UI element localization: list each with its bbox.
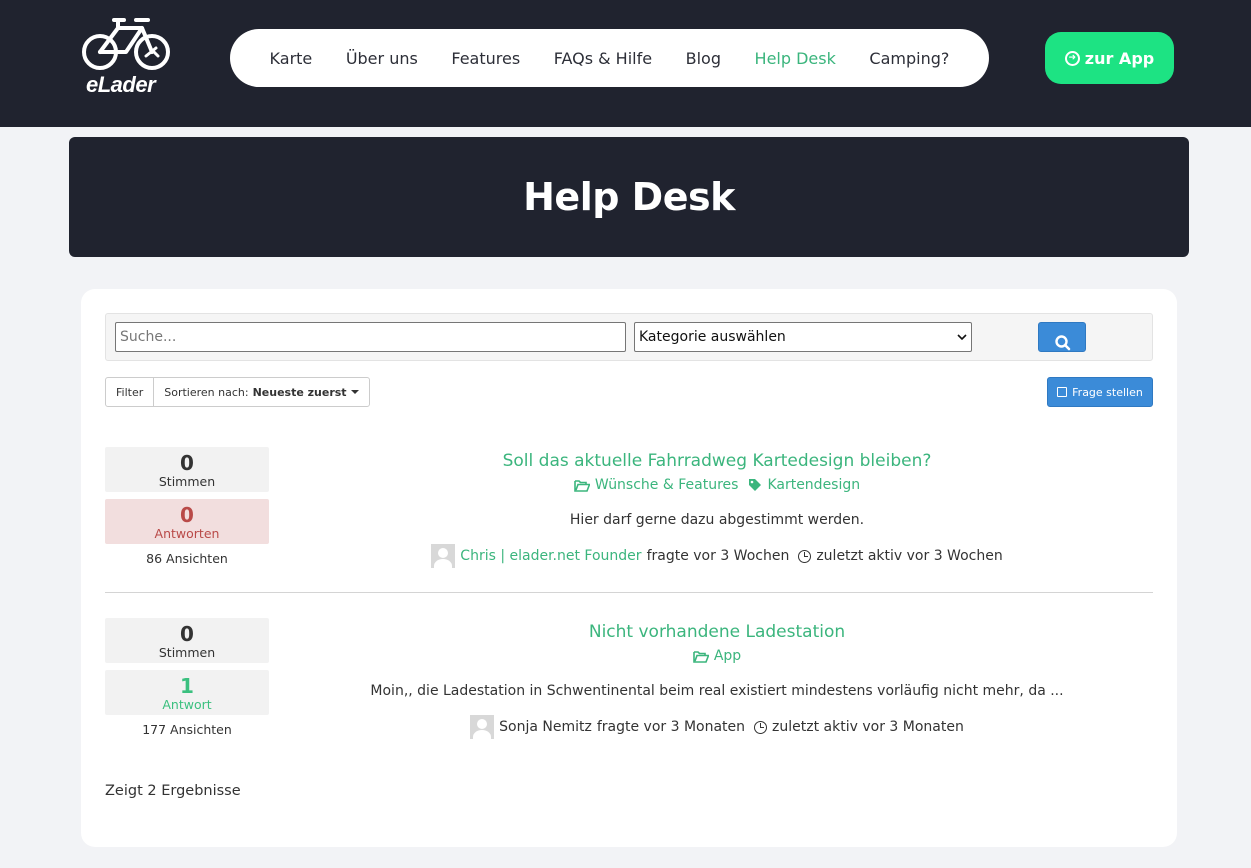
- votes-count: 0: [180, 622, 194, 646]
- helpdesk-card: Kategorie auswählen Filter Sortieren nac…: [81, 289, 1177, 847]
- to-app-button[interactable]: ➜ zur App: [1045, 32, 1174, 84]
- author-name: Sonja Nemitz: [499, 719, 592, 735]
- avatar: [470, 715, 495, 739]
- last-active-time: zuletzt aktiv vor 3 Monaten: [772, 719, 964, 735]
- question-excerpt: Moin,, die Ladestation in Schwentinental…: [370, 683, 1064, 699]
- search-bar: Kategorie auswählen: [105, 313, 1153, 361]
- nav-item-help-desk[interactable]: Help Desk: [755, 49, 836, 68]
- ask-question-button[interactable]: Frage stellen: [1047, 377, 1153, 407]
- question-title[interactable]: Nicht vorhandene Ladestation: [281, 622, 1153, 642]
- tag-icon: [749, 479, 762, 491]
- votes-count: 0: [180, 451, 194, 475]
- nav-item-blog[interactable]: Blog: [686, 49, 721, 68]
- search-button[interactable]: [1038, 322, 1086, 352]
- question-meta: Sonja Nemitz fragte vor 3 Monaten zuletz…: [281, 715, 1153, 739]
- arrow-right-circle-icon: ➜: [1064, 50, 1080, 66]
- author-link[interactable]: Chris | elader.net Founder: [460, 548, 641, 564]
- asked-time: fragte vor 3 Wochen: [646, 548, 790, 564]
- chevron-down-icon: [957, 334, 967, 341]
- answers-box: 1 Antwort: [105, 670, 269, 715]
- views-count: 177 Ansichten: [142, 722, 232, 737]
- ask-question-label: Frage stellen: [1072, 385, 1143, 399]
- hero-banner: Help Desk: [69, 137, 1189, 257]
- filter-button[interactable]: Filter: [106, 378, 153, 406]
- top-navbar: eLader Karte Über uns Features FAQs & Hi…: [0, 0, 1251, 127]
- question-excerpt: Hier darf gerne dazu abgestimmt werden.: [569, 512, 865, 528]
- answers-label: Antworten: [154, 526, 220, 541]
- question-title[interactable]: Soll das aktuelle Fahrradweg Kartedesign…: [281, 451, 1153, 471]
- clock-icon: [754, 720, 768, 734]
- checkbox-icon: [1057, 387, 1068, 397]
- asked-time: fragte vor 3 Monaten: [596, 719, 746, 735]
- sort-value: Neueste zuerst: [252, 385, 347, 399]
- results-count: Zeigt 2 Ergebnisse: [105, 783, 241, 799]
- question-categories: Wünsche & Features Kartendesign: [281, 477, 1153, 493]
- votes-box: 0 Stimmen: [105, 618, 269, 663]
- votes-label: Stimmen: [158, 645, 216, 660]
- question-divider: [105, 592, 1153, 593]
- nav-item-karte[interactable]: Karte: [270, 49, 313, 68]
- category-select[interactable]: Kategorie auswählen: [634, 322, 972, 352]
- clock-icon: [798, 549, 812, 563]
- answers-box: 0 Antworten: [105, 499, 269, 544]
- answers-count: 0: [180, 503, 194, 527]
- question-categories: App: [281, 648, 1153, 664]
- last-active-time: zuletzt aktiv vor 3 Wochen: [816, 548, 1003, 564]
- answers-label: Antwort: [162, 697, 212, 712]
- category-select-value: Kategorie auswählen: [639, 329, 786, 345]
- caret-down-icon: [350, 390, 359, 394]
- sort-dropdown[interactable]: Sortieren nach: Neueste zuerst: [153, 378, 368, 406]
- category-label: Wünsche & Features: [594, 477, 739, 493]
- votes-box: 0 Stimmen: [105, 447, 269, 492]
- category-link[interactable]: Wünsche & Features: [574, 477, 739, 493]
- nav-item-faqs[interactable]: FAQs & Hilfe: [554, 49, 652, 68]
- answers-count: 1: [180, 674, 194, 698]
- sort-prefix: Sortieren nach:: [164, 385, 249, 399]
- votes-label: Stimmen: [158, 474, 216, 489]
- folder-open-icon: [574, 479, 590, 492]
- nav-item-ueber-uns[interactable]: Über uns: [346, 49, 418, 68]
- nav-item-features[interactable]: Features: [451, 49, 520, 68]
- question-meta: Chris | elader.net Founder fragte vor 3 …: [281, 544, 1153, 568]
- logo-text: eLader: [86, 72, 156, 97]
- category-label: App: [713, 648, 742, 664]
- search-icon: [1055, 335, 1071, 351]
- filter-sort-group: Filter Sortieren nach: Neueste zuerst: [105, 377, 370, 407]
- to-app-label: zur App: [1084, 48, 1155, 68]
- folder-open-icon: [693, 650, 709, 663]
- nav-item-camping[interactable]: Camping?: [869, 49, 949, 68]
- page-title: Help Desk: [523, 175, 735, 219]
- tag-label: Kartendesign: [767, 477, 861, 493]
- category-link[interactable]: App: [693, 648, 741, 664]
- views-count: 86 Ansichten: [146, 551, 228, 566]
- main-nav: Karte Über uns Features FAQs & Hilfe Blo…: [230, 29, 989, 87]
- tag-link[interactable]: Kartendesign: [748, 477, 860, 493]
- search-input[interactable]: [115, 322, 626, 352]
- avatar: [431, 544, 456, 568]
